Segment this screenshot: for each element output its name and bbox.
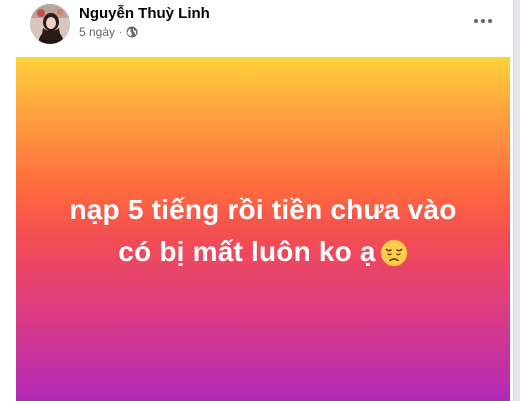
post-card: Nguyễn Thuỳ Linh 5 ngày · nạp 5 tiếng rồ… bbox=[0, 0, 514, 401]
author-name[interactable]: Nguyễn Thuỳ Linh bbox=[79, 5, 210, 22]
post-header: Nguyễn Thuỳ Linh 5 ngày · bbox=[0, 0, 514, 56]
post-text-line-2-text: có bị mất luôn ko ạ bbox=[118, 236, 376, 267]
post-text-line-2: có bị mất luôn ko ạ bbox=[16, 231, 510, 273]
post-background: nạp 5 tiếng rồi tiền chưa vào có bị mất … bbox=[16, 57, 510, 401]
more-horizontal-icon bbox=[473, 11, 493, 29]
globe-icon[interactable] bbox=[126, 26, 138, 38]
post-text-line-1: nạp 5 tiếng rồi tiền chưa vào bbox=[69, 194, 457, 225]
post-text: nạp 5 tiếng rồi tiền chưa vào có bị mất … bbox=[16, 189, 510, 273]
disappointed-face-emoji-icon bbox=[380, 237, 408, 266]
post-time[interactable]: 5 ngày bbox=[79, 25, 115, 39]
meta-separator: · bbox=[119, 26, 123, 38]
post-meta: 5 ngày · bbox=[79, 25, 138, 39]
author-avatar[interactable] bbox=[30, 4, 70, 44]
more-options-button[interactable] bbox=[469, 6, 497, 34]
avatar-photo bbox=[30, 4, 70, 44]
